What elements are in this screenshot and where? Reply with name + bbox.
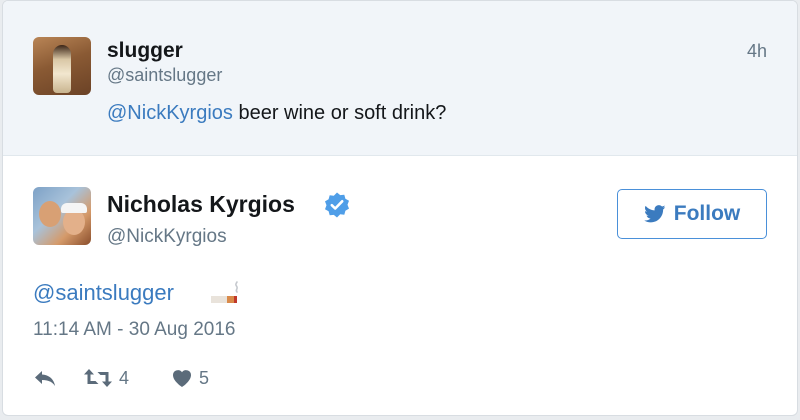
parent-author-handle[interactable]: @saintslugger bbox=[107, 65, 222, 86]
verified-badge-icon bbox=[325, 192, 349, 218]
like-button[interactable]: 5 bbox=[171, 368, 209, 389]
avatar-cap bbox=[61, 203, 87, 213]
retweet-count: 4 bbox=[119, 367, 130, 388]
tweet-text: @saintslugger bbox=[33, 280, 174, 306]
avatar-face bbox=[39, 201, 61, 227]
cigarette-emoji-icon bbox=[211, 281, 239, 303]
avatar[interactable] bbox=[33, 187, 91, 245]
retweet-button[interactable]: 4 bbox=[83, 368, 171, 389]
reply-button[interactable] bbox=[33, 368, 83, 388]
parent-timestamp[interactable]: 4h bbox=[747, 41, 767, 62]
parent-tweet-body: beer wine or soft drink? bbox=[232, 102, 447, 124]
twitter-bird-icon bbox=[643, 205, 666, 223]
follow-label: Follow bbox=[673, 202, 741, 225]
retweet-icon bbox=[84, 369, 112, 387]
tweet-embed-card: slugger @saintslugger 4h @NickKyrgios be… bbox=[2, 0, 798, 416]
mention-link[interactable]: @saintslugger bbox=[33, 280, 174, 305]
tweet-actions: 4 5 bbox=[33, 365, 209, 391]
author-name[interactable]: Nicholas Kyrgios bbox=[107, 191, 295, 218]
tweet-timestamp[interactable]: 11:14 AM - 30 Aug 2016 bbox=[33, 319, 235, 341]
parent-tweet[interactable]: slugger @saintslugger 4h @NickKyrgios be… bbox=[3, 1, 797, 156]
avatar-figure bbox=[53, 45, 71, 93]
author-handle[interactable]: @NickKyrgios bbox=[107, 226, 227, 248]
heart-icon bbox=[173, 370, 191, 387]
parent-tweet-text: @NickKyrgios beer wine or soft drink? bbox=[107, 102, 446, 125]
like-count: 5 bbox=[199, 367, 210, 388]
avatar[interactable] bbox=[33, 37, 91, 95]
mention-link[interactable]: @NickKyrgios bbox=[107, 102, 233, 124]
reply-icon bbox=[35, 371, 55, 386]
follow-button[interactable]: Follow bbox=[617, 189, 767, 239]
parent-author-name[interactable]: slugger bbox=[107, 39, 183, 63]
